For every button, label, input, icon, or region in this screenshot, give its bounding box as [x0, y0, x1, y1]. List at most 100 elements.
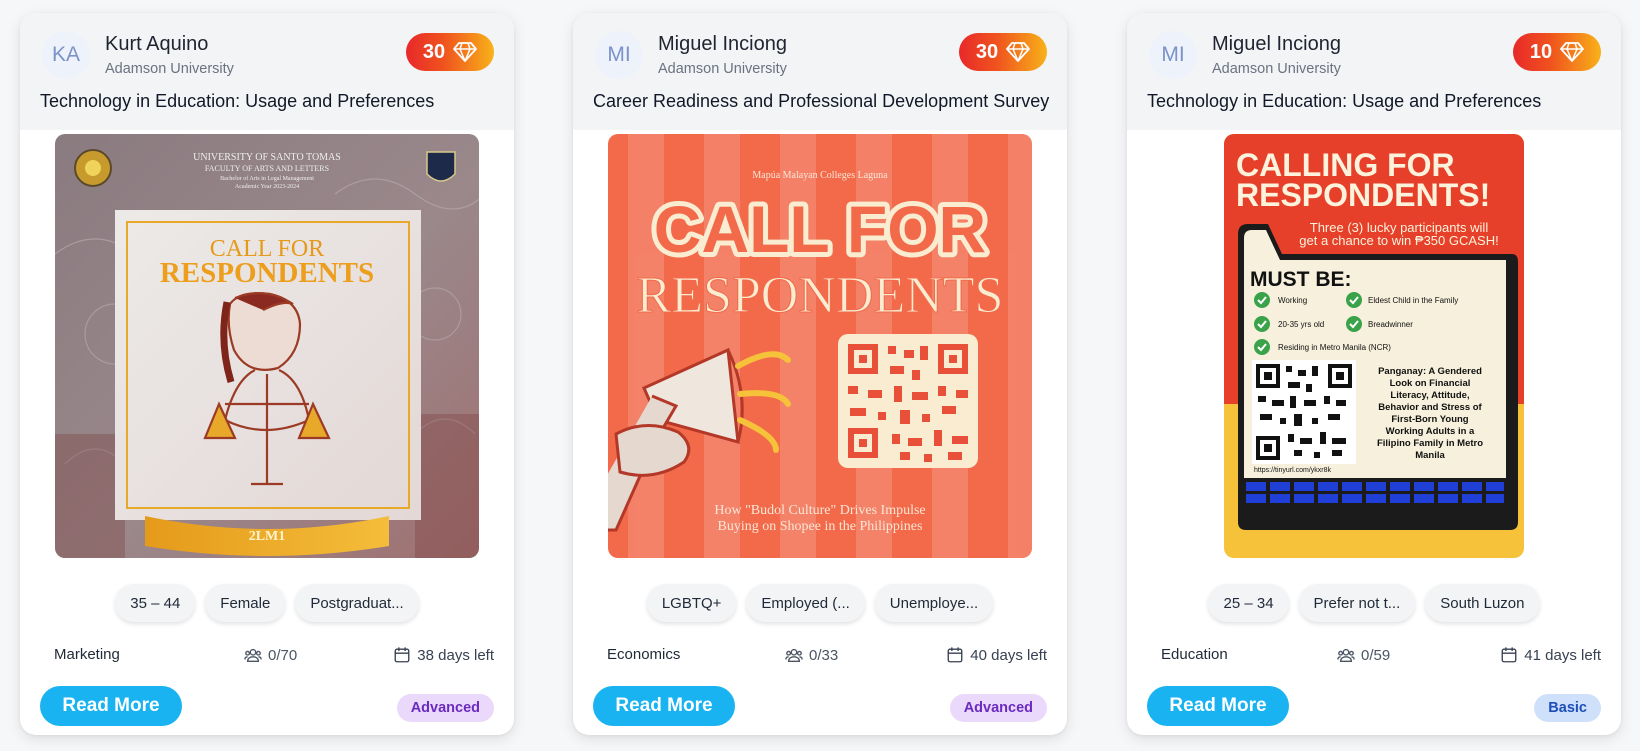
- poster-image: UNIVERSITY OF SANTO TOMAS FACULTY OF ART…: [55, 134, 479, 558]
- field-label: Marketing: [54, 646, 120, 663]
- requirement-text: Residing in Metro Manila (NCR): [1278, 343, 1391, 352]
- author-name: Kurt Aquino: [105, 33, 209, 55]
- survey-title: Career Readiness and Professional Develo…: [593, 91, 1050, 111]
- points-value: 30: [975, 40, 999, 63]
- study-title-text: Behavior and Stress of: [1378, 402, 1482, 413]
- card-header: KA Kurt Aquino Adamson University 30 Tec…: [20, 13, 514, 130]
- author-university: Adamson University: [1212, 61, 1341, 77]
- level-badge: Advanced: [396, 694, 494, 722]
- demographic-tags: 35 – 44 Female Postgraduat...: [20, 584, 514, 622]
- poster-headline: RESPONDENTS: [637, 267, 1004, 324]
- survey-poster[interactable]: UNIVERSITY OF SANTO TOMAS FACULTY OF ART…: [55, 134, 479, 558]
- read-more-button[interactable]: Read More: [593, 686, 735, 726]
- poster-header-text: Bachelor of Arts in Legal Management: [220, 175, 314, 182]
- respondents-value: 0/70: [268, 646, 298, 664]
- author-info: Kurt Aquino Adamson University: [105, 32, 234, 78]
- respondents-count: 0/70: [244, 646, 297, 664]
- survey-title: Technology in Education: Usage and Prefe…: [40, 91, 435, 111]
- points-badge: 10: [1513, 33, 1601, 71]
- study-title-text: Manila: [1415, 450, 1445, 461]
- deadline: 40 days left: [946, 646, 1047, 664]
- poster-prize-text: get a chance to win ₱350 GCASH!: [1299, 233, 1498, 248]
- crest-icon: [426, 151, 456, 182]
- study-title-text: Look on Financial: [1390, 378, 1471, 389]
- respondents-count: 0/59: [1337, 646, 1390, 664]
- requirement-text: Eldest Child in the Family: [1368, 296, 1458, 305]
- poster-headline: RESPONDENTS!: [1236, 177, 1490, 213]
- survey-poster[interactable]: CALLING FOR RESPONDENTS! Three (3) lucky…: [1224, 134, 1524, 558]
- survey-title: Technology in Education: Usage and Prefe…: [1147, 91, 1542, 111]
- survey-poster[interactable]: Mapúa Malayan Colleges Laguna CALL FOR C…: [608, 134, 1032, 558]
- author-name: Miguel Inciong: [658, 33, 787, 55]
- level-badge: Basic: [1534, 694, 1601, 722]
- tag-chip[interactable]: Employed (...: [746, 584, 865, 622]
- survey-meta: Economics 0/33 40 days left: [607, 646, 1047, 668]
- author-info: Miguel Inciong Adamson University: [1212, 32, 1341, 78]
- tag-chip[interactable]: Unemploye...: [874, 584, 994, 622]
- poster-caption: How "Budol Culture" Drives Impulse: [714, 503, 925, 518]
- days-left: 38 days left: [417, 646, 494, 664]
- deadline: 41 days left: [1500, 646, 1601, 664]
- users-icon: [1337, 648, 1355, 662]
- poster-link-text: https://tinyurl.com/ykxr8k: [1254, 467, 1332, 474]
- read-more-button[interactable]: Read More: [1147, 686, 1289, 726]
- gem-icon: [453, 42, 478, 62]
- requirement-text: Working: [1278, 296, 1307, 305]
- survey-meta: Education 0/59 41 days left: [1161, 646, 1601, 668]
- avatar: KA: [42, 31, 90, 79]
- points-value: 30: [422, 40, 446, 63]
- survey-card[interactable]: MI Miguel Inciong Adamson University 30 …: [573, 13, 1067, 735]
- demographic-tags: LGBTQ+ Employed (... Unemploye...: [573, 584, 1067, 622]
- poster-image: CALLING FOR RESPONDENTS! Three (3) lucky…: [1224, 134, 1524, 558]
- level-badge: Advanced: [949, 694, 1047, 722]
- tag-chip[interactable]: Prefer not t...: [1298, 584, 1416, 622]
- gem-icon: [1560, 42, 1585, 62]
- study-title-text: Working Adults in a: [1386, 426, 1475, 437]
- poster-header-text: FACULTY OF ARTS AND LETTERS: [205, 164, 329, 173]
- poster-subheading: MUST BE:: [1250, 268, 1352, 291]
- calendar-icon: [1501, 647, 1517, 663]
- card-header: MI Miguel Inciong Adamson University 30 …: [573, 13, 1067, 130]
- author-info: Miguel Inciong Adamson University: [658, 32, 787, 78]
- study-title-text: Panganay: A Gendered: [1378, 366, 1482, 377]
- poster-headline: CALL FOR: [654, 192, 986, 266]
- points-value: 10: [1529, 40, 1553, 63]
- read-more-button[interactable]: Read More: [40, 686, 182, 726]
- survey-card[interactable]: MI Miguel Inciong Adamson University 10 …: [1127, 13, 1621, 735]
- calendar-icon: [947, 647, 963, 663]
- users-icon: [785, 648, 803, 662]
- respondents-value: 0/59: [1361, 646, 1391, 664]
- author-name: Miguel Inciong: [1212, 33, 1341, 55]
- author-university: Adamson University: [105, 61, 234, 77]
- poster-badge: 2LM1: [249, 529, 286, 544]
- gem-icon: [1006, 42, 1031, 62]
- avatar: MI: [1149, 31, 1197, 79]
- study-title-text: First-Born Young: [1391, 414, 1468, 425]
- poster-image: Mapúa Malayan Colleges Laguna CALL FOR C…: [608, 134, 1032, 558]
- tag-chip[interactable]: 35 – 44: [115, 584, 196, 622]
- requirement-text: Breadwinner: [1368, 320, 1413, 329]
- calendar-icon: [394, 647, 410, 663]
- tag-chip[interactable]: LGBTQ+: [646, 584, 737, 622]
- poster-header-text: Mapúa Malayan Colleges Laguna: [752, 170, 888, 181]
- study-title-text: Filipino Family in Metro: [1377, 438, 1483, 449]
- field-label: Economics: [607, 646, 681, 663]
- study-title-text: Literacy, Attitude,: [1390, 390, 1469, 401]
- poster-caption: Buying on Shopee in the Philippines: [718, 519, 923, 534]
- tag-chip[interactable]: South Luzon: [1425, 584, 1540, 622]
- poster-header-text: UNIVERSITY OF SANTO TOMAS: [193, 152, 341, 163]
- tag-chip[interactable]: 25 – 34: [1208, 584, 1289, 622]
- tag-chip[interactable]: Postgraduat...: [295, 584, 419, 622]
- tag-chip[interactable]: Female: [205, 584, 286, 622]
- poster-headline: RESPONDENTS: [160, 257, 374, 289]
- survey-meta: Marketing 0/70 38 days left: [54, 646, 494, 668]
- points-badge: 30: [959, 33, 1047, 71]
- days-left: 40 days left: [970, 646, 1047, 664]
- poster-header-text: Academic Year 2023-2024: [235, 184, 299, 190]
- survey-card[interactable]: KA Kurt Aquino Adamson University 30 Tec…: [20, 13, 514, 735]
- users-icon: [244, 648, 262, 662]
- days-left: 41 days left: [1524, 646, 1601, 664]
- survey-grid: KA Kurt Aquino Adamson University 30 Tec…: [20, 13, 1623, 735]
- demographic-tags: 25 – 34 Prefer not t... South Luzon: [1127, 584, 1621, 622]
- avatar: MI: [595, 31, 643, 79]
